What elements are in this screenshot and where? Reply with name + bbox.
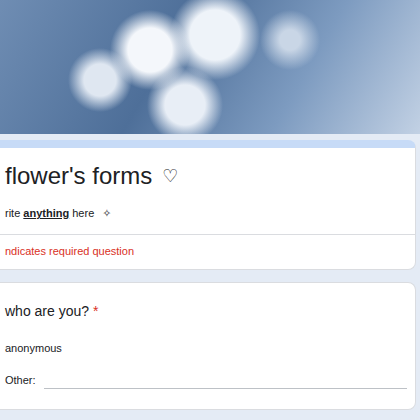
description-text: here bbox=[69, 204, 94, 222]
question-text: who are you? bbox=[5, 301, 89, 321]
option-row[interactable]: Other: bbox=[0, 371, 415, 389]
form-description: rite anything here ✧ bbox=[0, 204, 415, 222]
title-row: flower's forms ♡ bbox=[0, 160, 415, 192]
sparkle-icon: ✧ bbox=[102, 204, 111, 222]
required-mark: * bbox=[93, 301, 98, 321]
description-bold: anything bbox=[23, 204, 69, 222]
options-list: anonymous Other: bbox=[0, 339, 415, 389]
option-label: anonymous bbox=[5, 339, 62, 357]
question-card: who are you?* anonymous Other: bbox=[0, 282, 416, 410]
question-title: who are you?* bbox=[0, 301, 415, 321]
form-header-card: flower's forms ♡ rite anything here ✧ ndicat… bbox=[0, 140, 416, 270]
header-image bbox=[0, 0, 420, 134]
other-input[interactable] bbox=[44, 372, 407, 389]
option-row[interactable]: anonymous bbox=[0, 339, 415, 357]
option-label: Other: bbox=[5, 371, 36, 389]
form-title: flower's forms bbox=[5, 160, 152, 192]
description-text: rite bbox=[5, 204, 23, 222]
divider bbox=[0, 234, 415, 235]
required-note: ndicates required question bbox=[0, 235, 415, 269]
heart-icon: ♡ bbox=[162, 160, 178, 192]
